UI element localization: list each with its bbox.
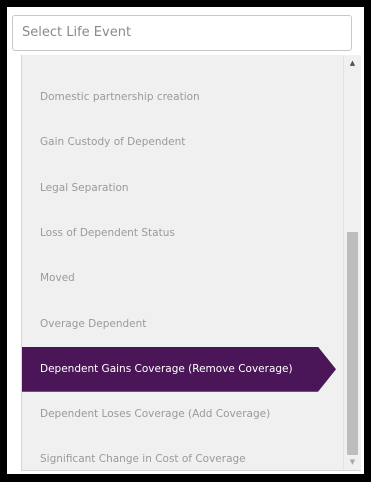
- life-event-option[interactable]: Overage Dependent: [22, 302, 336, 347]
- life-event-option[interactable]: Gain Custody of Dependent: [22, 120, 336, 165]
- life-event-option[interactable]: Significant Change in Cost of Coverage: [22, 437, 336, 482]
- life-event-option[interactable]: Domestic partnership creation: [22, 75, 336, 120]
- scrollbar[interactable]: ▲ ▼: [343, 55, 361, 470]
- life-event-select[interactable]: Select Life Event: [12, 15, 352, 51]
- triangle-down-icon[interactable]: ▼: [344, 454, 361, 470]
- triangle-up-icon[interactable]: ▲: [344, 55, 361, 71]
- life-event-option[interactable]: Moved: [22, 256, 336, 301]
- life-event-listbox[interactable]: Domestic partnership creation Gain Custod…: [21, 55, 361, 471]
- scrollbar-thumb[interactable]: [347, 232, 358, 455]
- life-event-options: Domestic partnership creation Gain Custod…: [22, 55, 336, 470]
- life-event-option[interactable]: Legal Separation: [22, 166, 336, 211]
- life-event-panel: Select Life Event Domestic partnership c…: [7, 7, 364, 474]
- life-event-option[interactable]: Dependent Gains Coverage (Remove Coverag…: [22, 346, 336, 392]
- life-event-option[interactable]: Dependent Loses Coverage (Add Coverage): [22, 392, 336, 437]
- life-event-option[interactable]: Loss of Dependent Status: [22, 211, 336, 256]
